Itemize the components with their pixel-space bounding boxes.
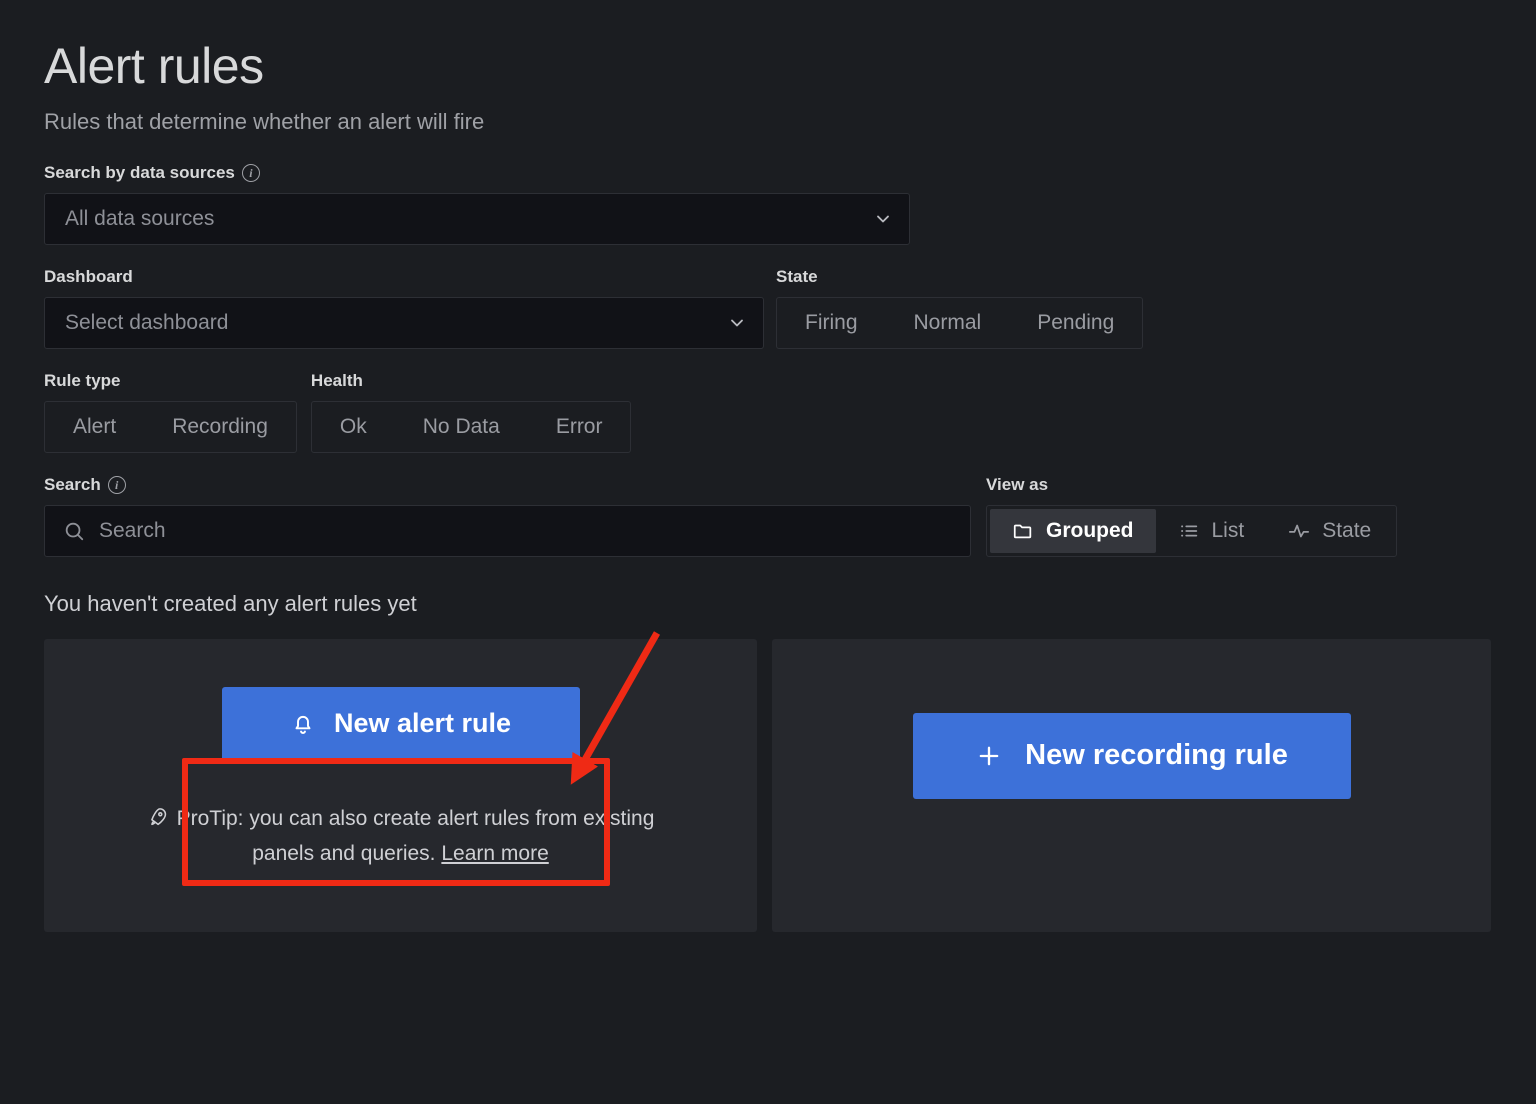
- rule-type-option-alert[interactable]: Alert: [45, 402, 144, 452]
- search-viewas-row: Search i Search View as Grouped List: [44, 475, 1492, 557]
- new-alert-rule-button[interactable]: New alert rule: [222, 687, 580, 761]
- new-alert-rule-button-label: New alert rule: [334, 708, 511, 739]
- rule-type-button-group: Alert Recording: [44, 401, 297, 453]
- rocket-icon: [147, 806, 169, 839]
- dashboard-state-row: Dashboard Select dashboard State Firing …: [44, 267, 1492, 349]
- list-icon: [1178, 520, 1200, 542]
- rule-type-label: Rule type: [44, 371, 297, 391]
- search-icon: [63, 520, 85, 542]
- view-as-option-grouped-label: Grouped: [1046, 519, 1134, 543]
- health-option-no-data[interactable]: No Data: [395, 402, 528, 452]
- search-label: Search i: [44, 475, 986, 495]
- state-option-firing[interactable]: Firing: [777, 298, 886, 348]
- health-option-error[interactable]: Error: [528, 402, 631, 452]
- new-recording-rule-button-label: New recording rule: [1025, 739, 1288, 772]
- protip-text: ProTip: you can also create alert rules …: [121, 803, 681, 871]
- plus-icon: [975, 742, 1003, 770]
- empty-state-cards: New alert rule ProTip: you can also crea…: [44, 639, 1492, 932]
- search-label-text: Search: [44, 475, 101, 495]
- page-title: Alert rules: [44, 40, 1492, 93]
- dashboard-filter: Dashboard Select dashboard: [44, 267, 776, 349]
- protip-body: ProTip: you can also create alert rules …: [177, 807, 655, 866]
- activity-icon: [1288, 520, 1310, 542]
- data-sources-label-text: Search by data sources: [44, 163, 235, 183]
- dashboard-value: Select dashboard: [65, 311, 727, 335]
- folder-icon: [1012, 520, 1034, 542]
- state-filter: State Firing Normal Pending: [776, 267, 1143, 349]
- health-button-group: Ok No Data Error: [311, 401, 632, 453]
- rule-type-filter: Rule type Alert Recording: [44, 371, 297, 453]
- data-sources-label: Search by data sources i: [44, 163, 1492, 183]
- health-filter: Health Ok No Data Error: [311, 371, 632, 453]
- data-sources-filter: Search by data sources i All data source…: [44, 163, 1492, 245]
- view-as-option-grouped[interactable]: Grouped: [990, 509, 1156, 553]
- search-input-wrapper[interactable]: Search: [44, 505, 971, 557]
- info-circle-icon[interactable]: i: [242, 164, 260, 182]
- dashboard-label: Dashboard: [44, 267, 776, 287]
- new-recording-rule-button[interactable]: New recording rule: [913, 713, 1351, 799]
- dashboard-select[interactable]: Select dashboard: [44, 297, 764, 349]
- view-as-option-list[interactable]: List: [1156, 509, 1267, 553]
- new-recording-rule-card: New recording rule: [772, 639, 1491, 932]
- info-circle-icon[interactable]: i: [108, 476, 126, 494]
- view-as-option-state[interactable]: State: [1266, 509, 1393, 553]
- view-as-button-group: Grouped List State: [986, 505, 1397, 557]
- data-sources-select[interactable]: All data sources: [44, 193, 910, 245]
- empty-state-message: You haven't created any alert rules yet: [44, 591, 1492, 617]
- page-subtitle: Rules that determine whether an alert wi…: [44, 109, 1492, 135]
- bell-icon: [290, 711, 316, 737]
- search-filter: Search i Search: [44, 475, 986, 557]
- state-label: State: [776, 267, 1143, 287]
- view-as-label: View as: [986, 475, 1397, 495]
- health-option-ok[interactable]: Ok: [312, 402, 395, 452]
- alert-rules-page: Alert rules Rules that determine whether…: [0, 0, 1536, 1104]
- state-option-normal[interactable]: Normal: [886, 298, 1010, 348]
- view-as-option-list-label: List: [1212, 519, 1245, 543]
- new-alert-rule-card: New alert rule ProTip: you can also crea…: [44, 639, 757, 932]
- data-sources-value: All data sources: [65, 207, 873, 231]
- chevron-down-icon: [873, 209, 893, 229]
- state-option-pending[interactable]: Pending: [1009, 298, 1142, 348]
- view-as-option-state-label: State: [1322, 519, 1371, 543]
- chevron-down-icon: [727, 313, 747, 333]
- state-button-group: Firing Normal Pending: [776, 297, 1143, 349]
- protip-learn-more-link[interactable]: Learn more: [441, 842, 548, 865]
- search-placeholder: Search: [99, 519, 166, 543]
- health-label: Health: [311, 371, 632, 391]
- view-as-filter: View as Grouped List State: [986, 475, 1397, 557]
- rule-type-option-recording[interactable]: Recording: [144, 402, 296, 452]
- ruletype-health-row: Rule type Alert Recording Health Ok No D…: [44, 371, 1492, 453]
